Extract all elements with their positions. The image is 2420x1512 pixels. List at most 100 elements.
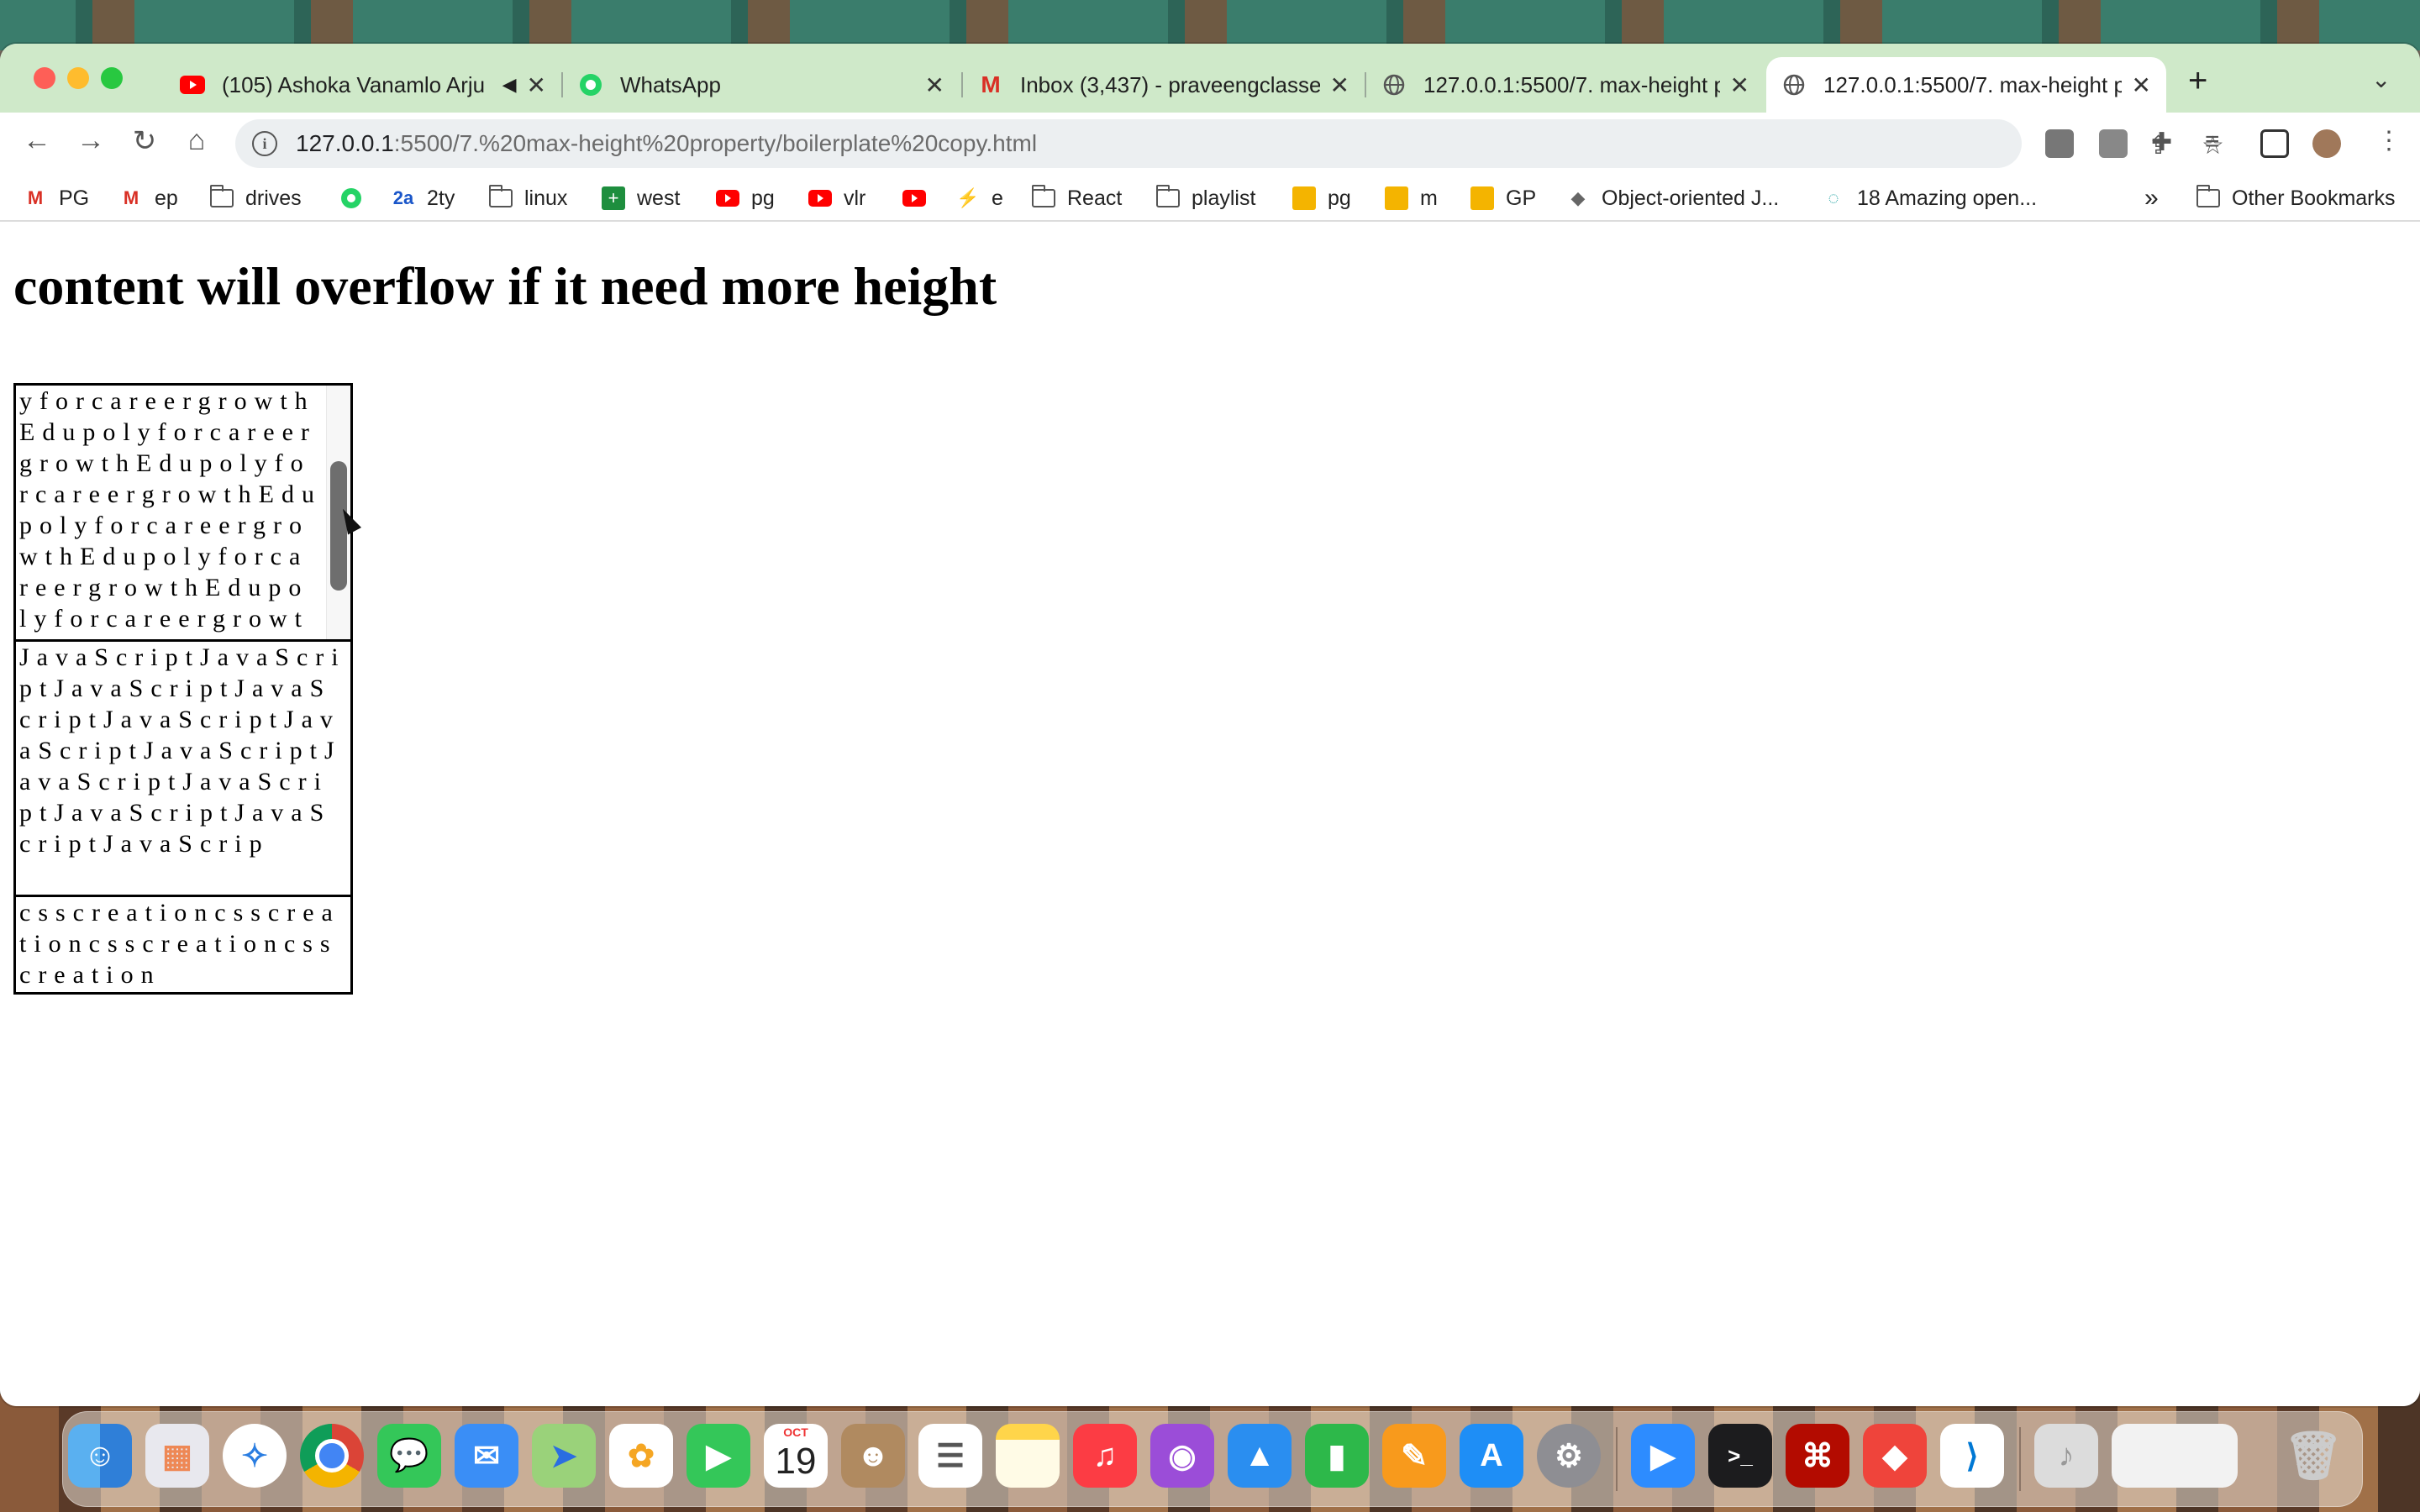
whatsapp-icon (578, 72, 603, 97)
close-tab-icon[interactable]: ✕ (527, 71, 546, 99)
folder-icon (209, 185, 234, 210)
minimize-window-button[interactable] (67, 67, 89, 89)
overflow-box-edupoly[interactable]: yforcareergrowthEdupolyforcareergrowthEd… (13, 383, 353, 642)
contacts-icon[interactable]: ☻ (841, 1424, 905, 1488)
tab-title: 127.0.0.1:5500/7. max-height p (1423, 71, 1720, 97)
extension-icon[interactable] (2099, 129, 2128, 158)
bookmark-west[interactable]: + west (602, 183, 680, 213)
bookmark-drives[interactable]: drives (209, 183, 302, 213)
box-javascript: JavaScriptJavaScriptJavaScriptJavaScript… (13, 642, 353, 897)
tab-strip: (105) Ashoka Vanamlo Arju ◀︎ ✕ WhatsApp … (0, 44, 2420, 113)
extensions-puzzle-icon[interactable]: ✚ (2151, 128, 2172, 157)
bookmark-whatsapp[interactable] (339, 183, 375, 213)
new-tab-button[interactable]: + (2188, 62, 2207, 100)
gmail-icon: M (27, 187, 44, 208)
bookmark-vlr[interactable]: vlr (808, 183, 865, 213)
reload-button[interactable]: ↻ (126, 124, 163, 158)
classroom-icon (1385, 186, 1408, 210)
globe-icon (1781, 72, 1807, 97)
close-tab-icon[interactable]: ✕ (1330, 71, 1349, 99)
close-tab-icon[interactable]: ✕ (925, 71, 944, 99)
bookmark-react[interactable]: React (1031, 183, 1122, 213)
close-tab-icon[interactable]: ✕ (2132, 71, 2151, 99)
terminal-icon[interactable]: >_ (1708, 1424, 1772, 1488)
plus-square-icon: + (602, 186, 625, 210)
bookmark-linux[interactable]: linux (488, 183, 567, 213)
finder-icon[interactable]: ☺ (68, 1424, 132, 1488)
home-button[interactable]: ⌂ (178, 124, 215, 157)
calendar-icon[interactable]: OCT 19 (764, 1424, 828, 1488)
maps-icon[interactable]: ➤ (532, 1424, 596, 1488)
bookmark-e[interactable]: ⚡ e (956, 183, 1003, 213)
extension-icon[interactable] (2045, 129, 2074, 158)
music-file-icon[interactable]: ♪ (2034, 1424, 2098, 1488)
close-tab-icon[interactable]: ✕ (1730, 71, 1749, 99)
gmail-icon: M (123, 187, 139, 208)
bookmark-object-oriented[interactable]: ◆ Object-oriented J... (1566, 183, 1780, 213)
speaker-icon[interactable]: ◀︎ (502, 74, 517, 96)
safari-icon[interactable]: ✧ (223, 1424, 287, 1488)
tab-title: 127.0.0.1:5500/7. max-height p (1823, 71, 2122, 97)
back-button[interactable]: ← (18, 124, 55, 157)
music-icon[interactable]: ♫ (1073, 1424, 1137, 1488)
numbers-icon[interactable]: ▮ (1305, 1424, 1369, 1488)
chrome-menu-icon[interactable]: ⋮ (2376, 126, 2402, 155)
toolbar: ← → ↻ ⌂ i 127.0.0.1:5500/7.%20max-height… (0, 113, 2420, 176)
bookmark-ep[interactable]: Mep (119, 183, 178, 213)
podcasts-icon[interactable]: ◉ (1150, 1424, 1214, 1488)
bookmark-youtube[interactable] (902, 183, 938, 213)
zoom-window-button[interactable] (101, 67, 123, 89)
bookmark-pg-youtube[interactable]: pg (716, 183, 775, 213)
tab-whatsapp[interactable]: WhatsApp ✕ (563, 57, 960, 113)
photos-icon[interactable]: ✿ (609, 1424, 673, 1488)
acrobat-icon[interactable]: ⌘ (1786, 1424, 1849, 1488)
address-bar[interactable]: i 127.0.0.1:5500/7.%20max-height%20prope… (235, 119, 2224, 168)
bookmark-playlist[interactable]: playlist (1155, 183, 1255, 213)
bookmark-18-amazing[interactable]: ◌ 18 Amazing open... (1822, 183, 2037, 213)
bookmarks-overflow-button[interactable]: » (2144, 183, 2159, 213)
tab-localhost[interactable]: 127.0.0.1:5500/7. max-height p ✕ (1366, 57, 1765, 113)
pages-icon[interactable]: ✎ (1382, 1424, 1446, 1488)
side-panel-icon[interactable] (2260, 129, 2289, 158)
page-title: content will overflow if it need more he… (13, 256, 997, 316)
bolt-icon: ⚡ (956, 187, 980, 208)
launchpad-icon[interactable]: ▦ (145, 1424, 209, 1488)
tab-title: WhatsApp (620, 71, 721, 97)
dock-separator (2019, 1427, 2021, 1491)
anydesk-icon[interactable]: ◆ (1863, 1424, 1927, 1488)
messages-icon[interactable]: 💬 (377, 1424, 441, 1488)
close-window-button[interactable] (34, 67, 55, 89)
tab-youtube[interactable]: (105) Ashoka Vanamlo Arju ◀︎ ✕ (165, 57, 561, 113)
facetime-icon[interactable]: ▶ (687, 1424, 750, 1488)
folder-icon (1155, 185, 1180, 210)
vscode-icon[interactable]: ⟩ (1940, 1424, 2004, 1488)
globe-icon (1381, 72, 1407, 97)
tab-localhost-active[interactable]: 127.0.0.1:5500/7. max-height p ✕ (1766, 57, 2166, 113)
bookmark-pg-classroom[interactable]: pg (1292, 183, 1351, 213)
keynote-icon[interactable]: ▲ (1228, 1424, 1292, 1488)
bookmark-2ty[interactable]: 2a 2ty (392, 183, 455, 213)
tab-search-button[interactable]: ⌄ (2371, 66, 2391, 93)
browser-window: (105) Ashoka Vanamlo Arju ◀︎ ✕ WhatsApp … (0, 44, 2420, 1406)
trash-icon[interactable]: 🗑 (2281, 1424, 2345, 1488)
site-info-icon[interactable]: i (252, 131, 277, 156)
mail-icon[interactable]: ✉ (455, 1424, 518, 1488)
forward-button[interactable]: → (72, 124, 109, 157)
bookmark-m[interactable]: m (1385, 183, 1438, 213)
other-bookmarks[interactable]: Other Bookmarks (2196, 183, 2396, 213)
avatar[interactable] (2312, 129, 2341, 158)
bookmark-pg[interactable]: M PG (24, 183, 89, 213)
tab-gmail[interactable]: M Inbox (3,437) - praveengclasse ✕ (963, 57, 1365, 113)
box-text: yforcareergrowthEdupolyforcareergrowthEd… (19, 387, 323, 639)
media-control-icon[interactable]: ≡ (2205, 128, 2220, 156)
reminders-icon[interactable]: ☰ (918, 1424, 982, 1488)
zoom-icon[interactable]: ▶ (1631, 1424, 1695, 1488)
chrome-icon[interactable] (300, 1424, 364, 1488)
app-store-icon[interactable]: A (1460, 1424, 1523, 1488)
downloads-stack-icon[interactable] (2112, 1424, 2238, 1488)
whatsapp-icon (339, 186, 363, 210)
system-settings-icon[interactable]: ⚙ (1537, 1424, 1601, 1488)
notes-icon[interactable] (996, 1424, 1060, 1488)
classroom-icon (1292, 186, 1316, 210)
bookmark-gp[interactable]: GP (1470, 183, 1536, 213)
